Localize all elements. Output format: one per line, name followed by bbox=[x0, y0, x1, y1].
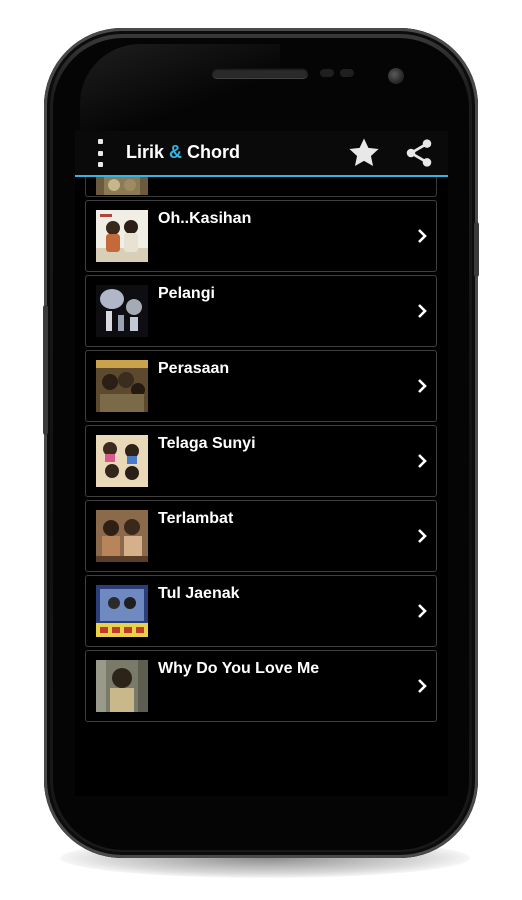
song-title: Tul Jaenak bbox=[158, 585, 240, 602]
app-title: Lirik & Chord bbox=[126, 142, 240, 163]
overflow-menu-icon[interactable] bbox=[97, 139, 103, 167]
list-item[interactable]: Pelangi bbox=[85, 275, 437, 347]
song-title: Why Do You Love Me bbox=[158, 660, 320, 677]
list-item[interactable]: Oh..Kasihan bbox=[85, 200, 437, 272]
front-camera bbox=[388, 68, 404, 84]
action-bar: Lirik & Chord bbox=[75, 131, 448, 177]
album-cover-icon bbox=[96, 177, 148, 195]
album-cover-icon bbox=[96, 510, 148, 562]
app-title-ampersand: & bbox=[169, 142, 183, 162]
earpiece-speaker bbox=[212, 68, 308, 78]
chevron-right-icon bbox=[418, 454, 427, 468]
power-button bbox=[474, 222, 479, 277]
album-cover-icon bbox=[96, 435, 148, 487]
list-item[interactable]: Telaga Sunyi bbox=[85, 425, 437, 497]
song-title: Oh..Kasihan bbox=[158, 210, 252, 227]
proximity-sensor bbox=[320, 69, 334, 77]
album-cover-icon bbox=[96, 660, 148, 712]
share-icon[interactable] bbox=[403, 137, 435, 169]
list-item[interactable]: Why Do You Love Me bbox=[85, 650, 437, 722]
chevron-right-icon bbox=[418, 604, 427, 618]
app-title-part1: Lirik bbox=[126, 142, 170, 162]
list-item[interactable]: Tul Jaenak bbox=[85, 575, 437, 647]
light-sensor bbox=[340, 69, 354, 77]
album-cover-icon bbox=[96, 210, 148, 262]
album-cover-icon bbox=[96, 585, 148, 637]
phone-gloss bbox=[80, 44, 280, 144]
song-title: Pelangi bbox=[158, 285, 215, 302]
album-cover-icon bbox=[96, 285, 148, 337]
list-item[interactable]: Perasaan bbox=[85, 350, 437, 422]
chevron-right-icon bbox=[418, 304, 427, 318]
song-title: Terlambat bbox=[158, 510, 234, 527]
chevron-right-icon bbox=[418, 529, 427, 543]
volume-button bbox=[43, 305, 48, 435]
chevron-right-icon bbox=[418, 379, 427, 393]
star-icon[interactable] bbox=[347, 136, 381, 170]
list-item-partial[interactable] bbox=[85, 177, 437, 197]
album-cover-icon bbox=[96, 360, 148, 412]
chevron-right-icon bbox=[418, 679, 427, 693]
app-screen: Lirik & Chord Oh..Kasihan Pelangi Perasa… bbox=[75, 131, 448, 796]
song-list: Oh..Kasihan Pelangi Perasaan Telaga Suny… bbox=[85, 177, 437, 722]
song-title: Perasaan bbox=[158, 360, 230, 377]
app-title-part2: Chord bbox=[182, 142, 241, 162]
song-title: Telaga Sunyi bbox=[158, 435, 256, 452]
chevron-right-icon bbox=[418, 229, 427, 243]
list-item[interactable]: Terlambat bbox=[85, 500, 437, 572]
